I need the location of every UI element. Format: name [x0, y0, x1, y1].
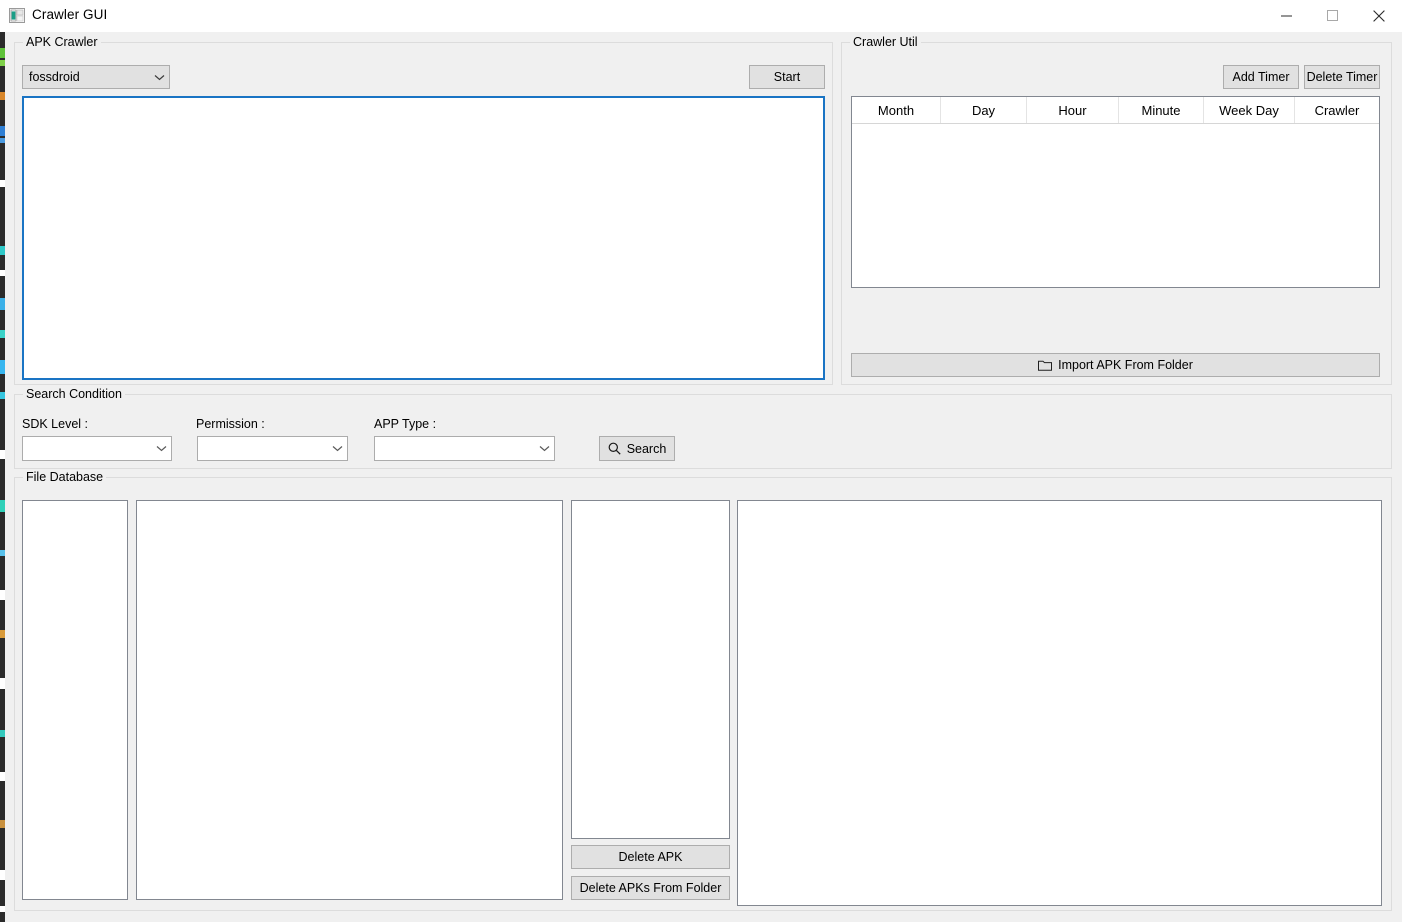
apk-crawler-group-title: APK Crawler: [23, 35, 101, 49]
import-apk-from-folder-button[interactable]: Import APK From Folder: [851, 353, 1380, 377]
timer-table-header: Month Day Hour Minute Week Day Crawler: [852, 97, 1379, 124]
app-type-combo[interactable]: [374, 436, 555, 461]
timer-column-crawler[interactable]: Crawler: [1295, 97, 1379, 123]
timer-column-week-day[interactable]: Week Day: [1204, 97, 1295, 123]
crawler-util-group-title: Crawler Util: [850, 35, 921, 49]
file-database-detail-panel[interactable]: [737, 500, 1382, 906]
search-button-label: Search: [626, 441, 667, 456]
delete-apk-button-label: Delete APK: [618, 850, 683, 864]
permission-combo[interactable]: [197, 436, 348, 461]
timer-column-month[interactable]: Month: [852, 97, 941, 123]
crawler-source-combo[interactable]: fossdroid: [22, 65, 170, 89]
search-condition-group-title: Search Condition: [23, 387, 125, 401]
timer-table[interactable]: Month Day Hour Minute Week Day Crawler: [851, 96, 1380, 288]
add-timer-button[interactable]: Add Timer: [1223, 65, 1299, 89]
minimize-icon[interactable]: [1264, 0, 1310, 31]
search-icon: [608, 442, 621, 455]
chevron-down-icon: [327, 445, 347, 452]
application-window: Crawler GUI APK Crawler fossdroid Start …: [0, 0, 1402, 922]
chevron-down-icon: [149, 74, 169, 81]
timer-column-day[interactable]: Day: [941, 97, 1027, 123]
permission-label: Permission :: [196, 417, 265, 431]
file-database-list-3[interactable]: [571, 500, 730, 839]
file-database-group-title: File Database: [23, 470, 107, 484]
folder-icon: [1038, 359, 1053, 371]
delete-timer-button-label: Delete Timer: [1306, 70, 1378, 84]
add-timer-button-label: Add Timer: [1232, 70, 1290, 84]
file-database-list-2[interactable]: [136, 500, 563, 900]
delete-apks-from-folder-button-label: Delete APKs From Folder: [579, 881, 722, 895]
maximize-icon[interactable]: [1310, 0, 1356, 31]
crawler-source-value: fossdroid: [29, 70, 80, 84]
title-bar: Crawler GUI: [0, 0, 1402, 32]
start-button-label: Start: [773, 70, 801, 84]
chevron-down-icon: [534, 445, 554, 452]
start-button[interactable]: Start: [749, 65, 825, 89]
timer-column-minute[interactable]: Minute: [1119, 97, 1204, 123]
chevron-down-icon: [151, 445, 171, 452]
timer-column-hour[interactable]: Hour: [1027, 97, 1119, 123]
search-button[interactable]: Search: [599, 436, 675, 461]
sdk-level-label: SDK Level :: [22, 417, 89, 431]
delete-apks-from-folder-button[interactable]: Delete APKs From Folder: [571, 876, 730, 900]
sdk-level-combo[interactable]: [22, 436, 172, 461]
app-type-label: APP Type :: [374, 417, 437, 431]
app-window-icon: [9, 8, 25, 23]
delete-timer-button[interactable]: Delete Timer: [1304, 65, 1380, 89]
close-icon[interactable]: [1356, 0, 1402, 31]
window-title: Crawler GUI: [32, 7, 108, 22]
delete-apk-button[interactable]: Delete APK: [571, 845, 730, 869]
file-database-list-1[interactable]: [22, 500, 128, 900]
desktop-background-sliver: [0, 30, 5, 922]
crawler-output-textarea[interactable]: [22, 96, 825, 380]
import-apk-from-folder-label: Import APK From Folder: [1058, 358, 1193, 372]
